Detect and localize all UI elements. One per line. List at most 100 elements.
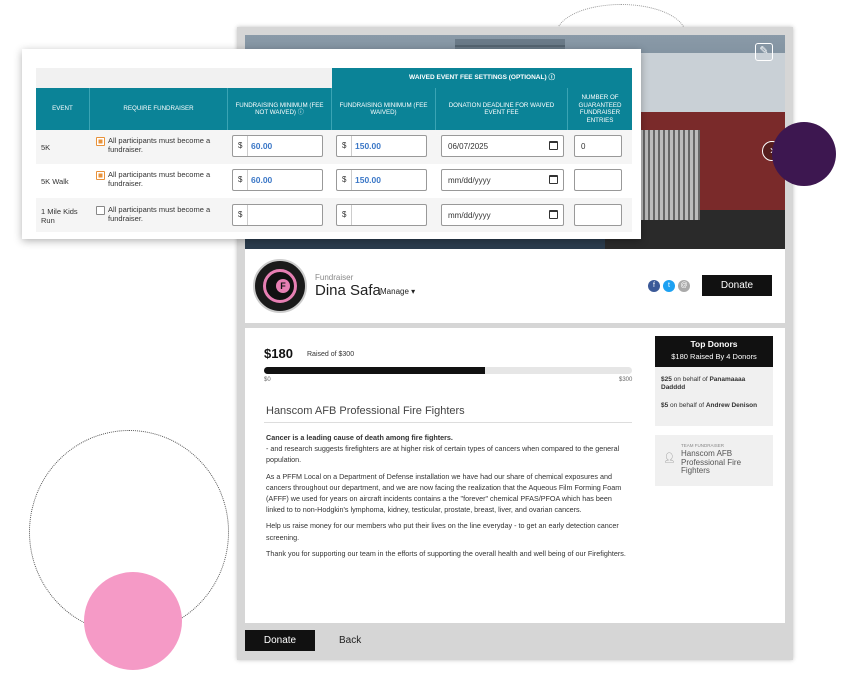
currency-symbol: $ [238, 141, 243, 150]
hero-truck-grille [640, 130, 700, 220]
donate-button[interactable]: Donate [702, 275, 772, 296]
avatar-badge: F [263, 269, 297, 303]
require-fundraiser-checkbox[interactable] [96, 137, 105, 146]
story-paragraph: Thank you for supporting our team in the… [266, 548, 626, 558]
min-not-waived-input[interactable]: $ 60.00 [232, 135, 323, 157]
avatar: F [253, 259, 307, 313]
column-header-min-not-waived: FUNDRAISING MINIMUM (FEE NOT WAIVED) ⓘ [228, 88, 332, 130]
team-card-name: Hanscom AFB Professional Fire Fighters [681, 449, 742, 476]
calendar-icon[interactable] [549, 210, 558, 219]
top-donors-title: Top Donors [690, 339, 738, 349]
fundraiser-name: Dina Safa [315, 282, 381, 299]
user-icon: 👤︎ [663, 453, 676, 464]
divider [264, 422, 632, 423]
currency-symbol: $ [342, 175, 347, 184]
donor-amount: $5 [661, 402, 669, 409]
currency-symbol: $ [238, 175, 243, 184]
back-link[interactable]: Back [339, 635, 361, 646]
donor-on-behalf: on behalf of [673, 376, 708, 383]
donor-amount: $25 [661, 376, 672, 383]
social-share-icons: f t @ [648, 280, 690, 292]
require-fundraiser-checkbox[interactable] [96, 206, 105, 215]
input-value: 60.00 [251, 141, 273, 151]
date-value: mm/dd/yyyy [448, 176, 491, 185]
column-header-min-waived: FUNDRAISING MINIMUM (FEE WAIVED) [332, 88, 436, 130]
waived-fee-group-header: WAIVED EVENT FEE SETTINGS (OPTIONAL) ⓘ [332, 68, 632, 88]
donor-entry: $25 on behalf of Panamaaaa Dadddd [661, 376, 771, 392]
top-donors-subtitle: $180 Raised By 4 Donors [671, 352, 757, 361]
edit-icon[interactable]: ✎ [755, 43, 773, 61]
info-icon[interactable]: ⓘ [298, 109, 304, 116]
require-fundraiser-label: All participants must become a fundraise… [108, 205, 211, 223]
deadline-date-input[interactable]: mm/dd/yyyy [441, 169, 564, 191]
donate-button-bottom[interactable]: Donate [245, 630, 315, 651]
min-waived-input[interactable]: $ 150.00 [336, 169, 427, 191]
date-value: mm/dd/yyyy [448, 211, 491, 220]
donor-name: Andrew Denison [705, 402, 758, 409]
manage-dropdown[interactable]: Manage ▾ [380, 287, 415, 296]
require-fundraiser-checkbox[interactable] [96, 171, 105, 180]
input-value: 150.00 [355, 175, 381, 185]
facebook-icon[interactable]: f [648, 280, 660, 292]
min-not-waived-input[interactable]: $ 60.00 [232, 169, 323, 191]
column-header-require-fundraiser: REQUIRE FUNDRAISER [90, 88, 228, 130]
story-title: Hanscom AFB Professional Fire Fighters [266, 405, 465, 417]
content-panel: $180 Raised of $300 $0 $300 Hanscom AFB … [245, 328, 785, 623]
column-header-deadline: DONATION DEADLINE FOR WAIVED EVENT FEE [436, 88, 568, 130]
require-fundraiser-label: All participants must become a fundraise… [108, 170, 211, 188]
deadline-date-input[interactable]: 06/07/2025 [441, 135, 564, 157]
currency-symbol: $ [238, 210, 243, 219]
story-lead: Cancer is a leading cause of death among… [266, 433, 453, 442]
table-header-spacer [36, 68, 332, 88]
date-value: 06/07/2025 [448, 142, 489, 151]
top-donors-header: Top Donors $180 Raised By 4 Donors [655, 336, 773, 367]
email-icon[interactable]: @ [678, 280, 690, 292]
story-paragraph: Help us raise money for our members who … [266, 521, 619, 542]
input-value: 0 [581, 142, 586, 151]
column-header-entries: NUMBER OF GUARANTEED FUNDRAISER ENTRIES [578, 94, 622, 124]
entries-input[interactable] [574, 204, 622, 226]
story-paragraph: - and research suggests firefighters are… [266, 444, 620, 465]
column-header-label: FUNDRAISING MINIMUM (FEE NOT WAIVED) [235, 101, 324, 117]
currency-symbol: $ [342, 210, 347, 219]
story-paragraph: As a PFFM Local on a Department of Defen… [266, 471, 622, 515]
event-name: 1 Mile Kids Run [41, 207, 78, 225]
require-fundraiser-label: All participants must become a fundraise… [108, 136, 211, 154]
progress-max-label: $300 [619, 377, 633, 383]
min-waived-input[interactable]: $ [336, 204, 427, 226]
fundraiser-role-label: Fundraiser [315, 273, 354, 282]
group-header-label: WAIVED EVENT FEE SETTINGS (OPTIONAL) [409, 74, 547, 81]
table-header-row: EVENT REQUIRE FUNDRAISER FUNDRAISING MIN… [36, 88, 632, 130]
info-icon[interactable]: ⓘ [548, 74, 555, 81]
twitter-icon[interactable]: t [663, 280, 675, 292]
profile-bar: F Fundraiser Dina Safa Manage ▾ f t @ Do… [245, 249, 785, 323]
progress-bar [264, 367, 632, 374]
decorative-pink-circle [84, 572, 182, 670]
calendar-icon[interactable] [549, 175, 558, 184]
min-waived-input[interactable]: $ 150.00 [336, 135, 427, 157]
entries-input[interactable] [574, 169, 622, 191]
input-value: 60.00 [251, 175, 273, 185]
event-name: 5K Walk [41, 177, 69, 186]
team-fundraiser-card[interactable]: 👤︎ TEAM FUNDRAISER Hanscom AFB Professio… [655, 435, 773, 486]
donor-on-behalf: on behalf of [670, 402, 705, 409]
input-value: 150.00 [355, 141, 381, 151]
event-name: 5K [41, 143, 51, 152]
top-donors-card: Top Donors $180 Raised By 4 Donors $25 o… [655, 336, 773, 426]
column-header-event: EVENT [36, 88, 90, 130]
progress-bar-fill [264, 367, 485, 374]
avatar-letter: F [276, 279, 290, 293]
progress-min-label: $0 [264, 377, 271, 383]
story-body: Cancer is a leading cause of death among… [266, 432, 626, 564]
entries-input[interactable]: 0 [574, 135, 622, 157]
team-card-label: TEAM FUNDRAISER [681, 443, 725, 448]
calendar-icon[interactable] [549, 141, 558, 150]
currency-symbol: $ [342, 141, 347, 150]
raised-amount: $180 [264, 346, 293, 361]
waived-fee-settings-panel: WAIVED EVENT FEE SETTINGS (OPTIONAL) ⓘ E… [22, 49, 641, 239]
raised-goal-text: Raised of $300 [307, 351, 355, 358]
donor-entry: $5 on behalf of Andrew Denison [661, 402, 771, 410]
decorative-purple-circle [772, 122, 836, 186]
min-not-waived-input[interactable]: $ [232, 204, 323, 226]
deadline-date-input[interactable]: mm/dd/yyyy [441, 204, 564, 226]
